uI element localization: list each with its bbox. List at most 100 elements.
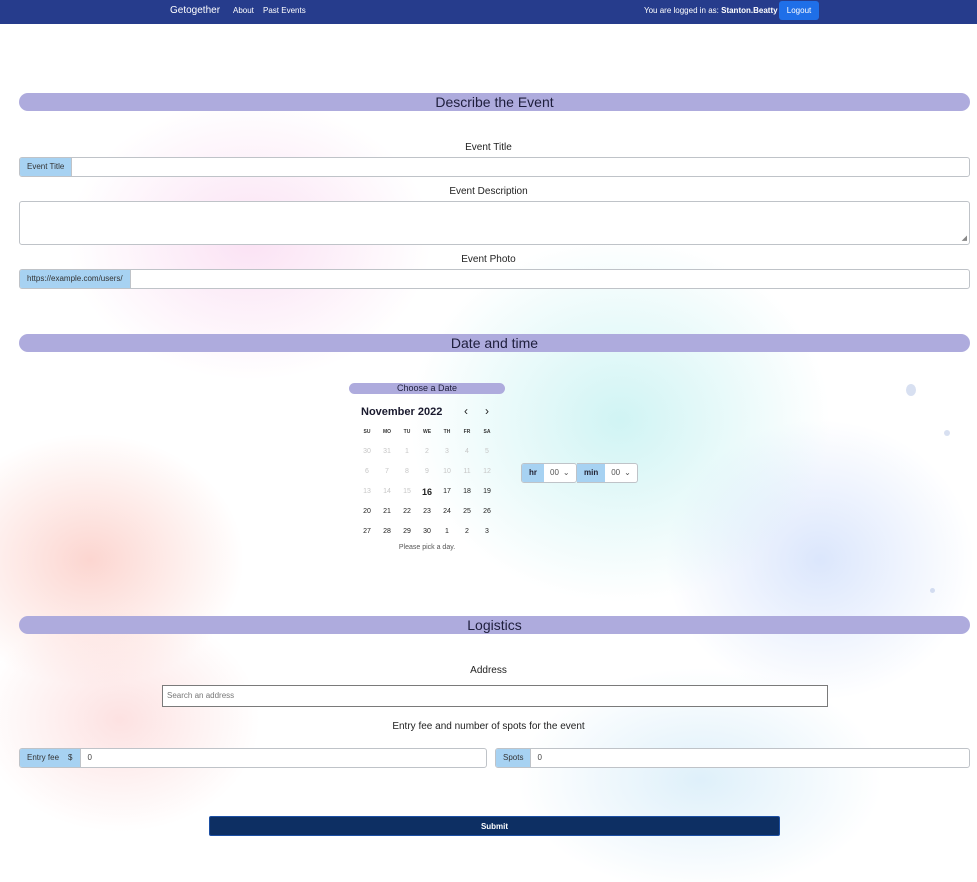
weekday-label: WE [422,429,432,435]
calendar-day: 2 [425,448,429,455]
hour-picker[interactable]: hr 00 ⌄ [521,463,577,483]
logout-button[interactable]: Logout [779,1,819,20]
calendar-day: 13 [363,488,371,495]
minute-label: min [577,464,606,482]
weekday-label: MO [382,429,392,435]
brand-link[interactable]: Getogether [170,5,220,16]
entry-fee-addon: Entry fee [20,749,67,767]
section-heading-logistics: Logistics [19,616,970,634]
calendar-day[interactable]: 21 [377,506,397,526]
choose-date-label: Choose a Date [349,383,505,394]
calendar-day[interactable]: 22 [397,506,417,526]
event-photo-field[interactable]: https://example.com/users/ [19,269,970,289]
calendar-day[interactable]: 2 [457,526,477,546]
calendar-day: 8 [405,468,409,475]
event-description-textarea[interactable]: ◢ [19,201,970,245]
resize-grip-icon[interactable]: ◢ [962,235,967,242]
event-title-input[interactable] [72,158,969,176]
minute-picker[interactable]: min 00 ⌄ [577,463,638,483]
calendar-day: 6 [365,468,369,475]
calendar-day: 14 [383,488,391,495]
hour-label: hr [522,464,544,482]
login-status: You are logged in as: Stanton.Beatty | [644,6,782,15]
fee-spots-label: Entry fee and number of spots for the ev… [392,721,585,732]
calendar-day[interactable]: 29 [397,526,417,546]
section-heading-describe: Describe the Event [19,93,970,111]
nav-link-past-events[interactable]: Past Events [263,6,306,15]
username: Stanton.Beatty [721,6,778,15]
entry-fee-field[interactable]: Entry fee $ 0 [19,748,487,768]
calendar-week-row: 13 14 15 16 17 18 19 [357,486,497,506]
calendar-day[interactable]: 28 [377,526,397,546]
weekday-label: TH [443,429,451,435]
nav-link-about[interactable]: About [233,6,254,15]
decorative-dot [944,430,950,436]
calendar-day[interactable]: 25 [457,506,477,526]
calendar-month-title: November 2022 [361,406,443,418]
event-title-field[interactable]: Event Title [19,157,970,177]
minute-value: 00 [611,468,621,477]
weekday-label: SU [363,429,371,435]
calendar-day: 9 [425,468,429,475]
login-prefix: You are logged in as: [644,6,719,15]
calendar-week-row: 27 28 29 30 1 2 3 [357,526,497,546]
calendar-day[interactable]: 3 [477,526,497,546]
event-photo-input[interactable] [131,270,969,288]
event-photo-label: Event Photo [461,254,516,265]
calendar-hint: Please pick a day. [398,544,456,551]
calendar-grid: SU MO TU WE TH FR SA 30 31 1 2 3 4 5 6 7… [357,426,497,546]
calendar-day[interactable]: 26 [477,506,497,526]
calendar-day[interactable]: 18 [457,486,477,506]
calendar-weekday-row: SU MO TU WE TH FR SA [357,426,497,438]
weekday-label: TU [403,429,411,435]
spots-input[interactable]: 0 [531,749,969,767]
calendar-day: 4 [465,448,469,455]
calendar-week-row: 20 21 22 23 24 25 26 [357,506,497,526]
address-search-input[interactable]: Search an address [162,685,828,707]
calendar-day: 15 [403,488,411,495]
calendar-day[interactable]: 27 [357,526,377,546]
calendar-day: 3 [445,448,449,455]
event-title-label: Event Title [465,142,512,153]
calendar-day: 7 [385,468,389,475]
weekday-label: FR [463,429,471,435]
chevron-down-icon: ⌄ [562,468,570,477]
hour-value: 00 [550,468,559,477]
section-heading-date-time: Date and time [19,334,970,352]
calendar-day[interactable]: 23 [417,506,437,526]
calendar-week-row: 30 31 1 2 3 4 5 [357,446,497,466]
calendar-day: 1 [405,448,409,455]
calendar-day-today[interactable]: 16 [417,486,437,506]
decorative-dot [930,588,935,593]
spots-addon: Spots [496,749,532,767]
submit-button[interactable]: Submit [209,816,780,836]
calendar-day: 31 [383,448,391,455]
calendar-day[interactable]: 20 [357,506,377,526]
calendar-day: 12 [483,468,491,475]
address-label: Address [470,665,507,676]
event-photo-addon: https://example.com/users/ [20,270,131,288]
hour-select[interactable]: 00 ⌄ [544,464,576,482]
calendar-day[interactable]: 24 [437,506,457,526]
calendar-day[interactable]: 17 [437,486,457,506]
weekday-label: SA [483,429,491,435]
entry-fee-input[interactable]: 0 [81,749,486,767]
calendar-week-row: 6 7 8 9 10 11 12 [357,466,497,486]
calendar-day[interactable]: 19 [477,486,497,506]
chevron-right-icon[interactable]: › [481,404,493,418]
event-description-label: Event Description [449,186,528,197]
chevron-left-icon[interactable]: ‹ [460,404,472,418]
minute-select[interactable]: 00 ⌄ [605,464,637,482]
spots-field[interactable]: Spots 0 [495,748,970,768]
navbar: Getogether About Past Events You are log… [0,0,977,24]
calendar-day: 5 [485,448,489,455]
currency-addon: $ [66,749,82,767]
calendar-day: 10 [443,468,451,475]
calendar-day: 11 [463,468,471,475]
calendar-day: 30 [363,448,371,455]
calendar-day[interactable]: 1 [437,526,457,546]
decorative-dot [906,384,916,396]
calendar-day[interactable]: 30 [417,526,437,546]
event-title-addon: Event Title [20,158,73,176]
chevron-down-icon: ⌄ [624,468,631,477]
